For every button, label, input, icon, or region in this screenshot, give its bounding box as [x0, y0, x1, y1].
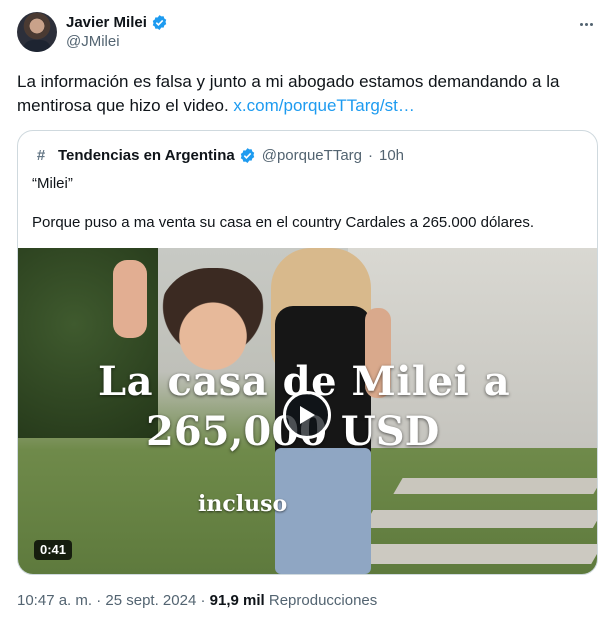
play-icon[interactable]	[283, 391, 331, 439]
tweet-link[interactable]: x.com/porqueTTarg/st…	[233, 96, 414, 115]
verified-badge-icon	[152, 14, 167, 30]
video-path-stone	[362, 510, 597, 528]
views-label: Reproducciones	[268, 592, 378, 609]
meta-separator: ·	[96, 592, 102, 609]
author-name[interactable]: Javier Milei	[66, 14, 147, 31]
author-handle[interactable]: @JMilei	[66, 33, 168, 50]
hashtag-avatar-icon: #	[36, 146, 46, 164]
views-count: 91,9 mil	[209, 592, 265, 609]
video-path-stone	[393, 478, 597, 494]
quoted-text-line2: Porque puso a ma venta su casa en el cou…	[32, 214, 534, 231]
tweet[interactable]: Javier Milei @JMilei La información es f…	[0, 0, 610, 626]
more-options-icon[interactable]	[576, 14, 596, 34]
quoted-time[interactable]: 10h	[379, 147, 404, 164]
author-block: Javier Milei @JMilei	[66, 12, 168, 50]
meta-separator: ·	[200, 592, 206, 609]
quoted-author-handle[interactable]: @porqueTTarg	[262, 147, 362, 164]
video-duration: 0:41	[34, 540, 73, 560]
quoted-author-name[interactable]: Tendencias en Argentina	[58, 147, 235, 164]
video-thumbs-up	[113, 260, 147, 338]
tweet-meta: 10:47 a. m. · 25 sept. 2024 · 91,9 mil R…	[17, 592, 377, 609]
quoted-header: # Tendencias en Argentina @porqueTTarg ·…	[32, 145, 404, 165]
quoted-text-line1: “Milei”	[32, 175, 73, 192]
post-time[interactable]: 10:47 a. m.	[17, 592, 92, 609]
dot-separator: ·	[368, 146, 373, 164]
avatar[interactable]	[17, 12, 57, 52]
video-player[interactable]: La casa de Milei a 265,000 USD incluso 0…	[18, 248, 597, 574]
video-caption-sub: incluso	[198, 491, 288, 517]
verified-badge-icon	[240, 147, 254, 163]
post-date[interactable]: 25 sept. 2024	[105, 592, 196, 609]
quoted-tweet[interactable]: # Tendencias en Argentina @porqueTTarg ·…	[17, 130, 598, 575]
tweet-text: La información es falsa y junto a mi abo…	[17, 70, 597, 118]
